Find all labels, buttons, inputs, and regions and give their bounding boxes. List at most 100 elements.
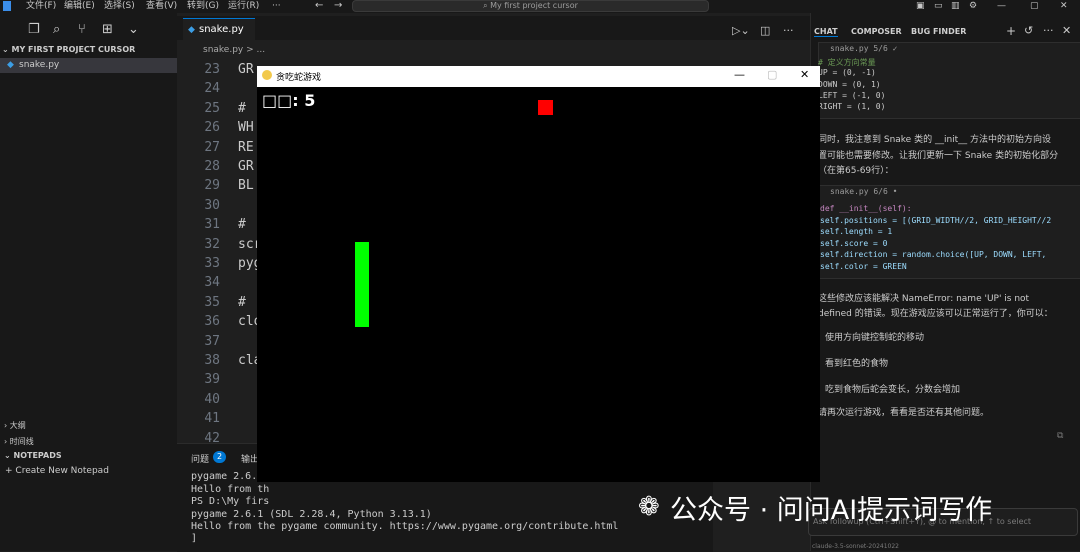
game-close-icon[interactable]: ✕ <box>800 68 809 81</box>
sidebar-toolbar: ❐ ⌕ ⑂ ⊞ ⌄ <box>0 17 177 43</box>
outline-section[interactable]: › 大纲 <box>4 420 26 431</box>
watermark-text: 公众号 · 问问AI提示词写作 <box>670 495 993 526</box>
close-window-icon[interactable]: ✕ <box>1060 0 1068 12</box>
minimize-icon[interactable]: — <box>997 0 1006 12</box>
line-number: 23 <box>204 62 220 77</box>
code-line[interactable]: # <box>238 295 246 310</box>
code-line[interactable]: RE <box>238 140 254 155</box>
chevron-down-icon: ⌄ <box>2 45 12 54</box>
menu-run[interactable]: 运行(R) <box>228 0 259 12</box>
layout-sidebar-icon[interactable]: ▣ <box>916 0 925 12</box>
source-control-icon[interactable]: ⑂ <box>78 22 86 37</box>
maximize-icon[interactable]: ▢ <box>1030 0 1039 12</box>
menu-file[interactable]: 文件(F) <box>26 0 56 12</box>
code-line[interactable]: # <box>238 101 246 116</box>
back-arrow-icon[interactable]: ← <box>315 0 323 12</box>
list-item: 吃到食物后蛇会变长，分数会增加 <box>825 385 961 395</box>
code-line: def __init__(self): <box>820 204 912 213</box>
layout-chat-icon[interactable]: ▥ <box>951 0 960 12</box>
timeline-section[interactable]: › 时间线 <box>4 436 34 447</box>
menu-edit[interactable]: 编辑(E) <box>64 0 95 12</box>
chat-text-line: （在第65-69行）： <box>818 166 894 176</box>
score-label: □□: 5 <box>262 91 316 110</box>
split-editor-icon[interactable]: ◫ <box>760 24 770 37</box>
tab-composer[interactable]: COMPOSER <box>851 27 902 36</box>
game-minimize-icon[interactable]: — <box>734 68 745 81</box>
run-icon[interactable]: ▷⌄ <box>732 24 750 37</box>
more-actions-icon[interactable]: ··· <box>783 24 794 37</box>
file-item-snake[interactable]: ◆ snake.py <box>0 58 177 73</box>
plus-icon: + <box>5 466 16 476</box>
tab-problems[interactable]: 问题 <box>191 452 209 465</box>
chevron-down-icon[interactable]: ⌄ <box>128 22 139 37</box>
line-number: 41 <box>204 411 220 427</box>
tab-snake-py[interactable]: ◆ snake.py <box>183 18 255 40</box>
more-icon[interactable]: ··· <box>1043 24 1054 37</box>
line-number: 36 <box>204 314 220 330</box>
problems-badge: 2 <box>213 451 226 463</box>
line-number: 37 <box>204 333 220 349</box>
title-bar: 文件(F) 编辑(E) 选择(S) 查看(V) 转到(G) 运行(R) ··· … <box>0 0 1080 13</box>
code-line: self.direction = random.choice([UP, DOWN… <box>820 250 1047 259</box>
line-number: 39 <box>204 372 220 388</box>
menu-more[interactable]: ··· <box>272 0 281 12</box>
tab-bug-finder[interactable]: BUG FINDER <box>911 27 966 36</box>
notepads-section[interactable]: ⌄ NOTEPADS <box>4 451 62 460</box>
menu-view[interactable]: 查看(V) <box>146 0 177 12</box>
layout-panel-icon[interactable]: ▭ <box>934 0 943 12</box>
game-window <box>257 66 820 482</box>
code-line: self.positions = [(GRID_WIDTH//2, GRID_H… <box>820 215 1052 225</box>
notepads-label: NOTEPADS <box>13 451 62 460</box>
chat-text-line: defined 的错误。现在游戏应该可以正常运行了，你可以： <box>818 309 1053 319</box>
code-block-2-file[interactable]: snake.py 6/6 • <box>830 187 897 196</box>
new-chat-plus-icon[interactable]: + <box>1006 24 1016 38</box>
line-number: 26 <box>204 120 220 136</box>
project-title: MY FIRST PROJECT CURSOR <box>11 45 136 54</box>
python-file-icon: ◆ <box>7 60 14 70</box>
snake-body <box>355 242 369 327</box>
line-number: 25 <box>204 100 220 116</box>
code-line: LEFT = (-1, 0) <box>818 90 886 100</box>
file-name: snake.py <box>19 60 60 70</box>
code-line: self.length = 1 <box>820 227 893 236</box>
copy-icon[interactable]: ⧉ <box>1057 431 1063 441</box>
code-line[interactable]: BL <box>238 178 254 193</box>
line-number: 32 <box>204 236 220 252</box>
code-line[interactable]: # <box>238 217 246 232</box>
tab-bar <box>177 16 810 40</box>
code-line: UP = (0, -1) <box>818 68 876 78</box>
extensions-icon[interactable]: ⊞ <box>102 22 113 37</box>
tab-chat[interactable]: CHAT <box>814 27 838 37</box>
code-line[interactable]: GR <box>238 62 254 77</box>
model-selector[interactable]: claude-3.5-sonnet-20241022 <box>812 543 899 550</box>
python-file-icon: ◆ <box>188 25 195 35</box>
line-number: 31 <box>204 217 220 233</box>
code-line[interactable]: WH <box>238 120 254 135</box>
tab-label: snake.py <box>199 24 244 35</box>
terminal-line: Hello from th <box>191 484 270 495</box>
forward-arrow-icon[interactable]: → <box>334 0 342 12</box>
search-icon[interactable]: ⌕ <box>53 22 60 37</box>
game-maximize-icon[interactable]: ▢ <box>767 68 777 81</box>
terminal-line: PS D:\My firs <box>191 496 270 507</box>
create-notepad-button[interactable]: + Create New Notepad <box>5 466 109 476</box>
menu-goto[interactable]: 转到(G) <box>187 0 219 12</box>
project-header[interactable]: ⌄ MY FIRST PROJECT CURSOR <box>2 45 135 54</box>
menu-select[interactable]: 选择(S) <box>104 0 135 12</box>
terminal-line: pygame 2.6.1 <box>191 471 264 482</box>
history-icon[interactable]: ↺ <box>1024 24 1033 37</box>
terminal-cursor[interactable]: ] <box>191 533 197 544</box>
line-number: 27 <box>204 139 220 155</box>
code-block-1-file[interactable]: snake.py 5/6 ✓ <box>830 44 897 53</box>
settings-gear-icon[interactable]: ⚙ <box>969 0 977 12</box>
command-search-input[interactable]: ⌕ My first project cursor <box>352 0 709 12</box>
list-item: 看到红色的食物 <box>825 359 889 369</box>
close-chat-icon[interactable]: ✕ <box>1062 24 1071 37</box>
app-logo <box>3 1 11 11</box>
code-line: DOWN = (0, 1) <box>818 79 881 89</box>
files-icon[interactable]: ❐ <box>28 22 40 37</box>
outline-label: 大纲 <box>9 421 26 430</box>
breadcrumb[interactable]: snake.py > ... <box>203 45 265 55</box>
code-line[interactable]: GR <box>238 159 254 174</box>
line-number: 38 <box>204 353 220 368</box>
